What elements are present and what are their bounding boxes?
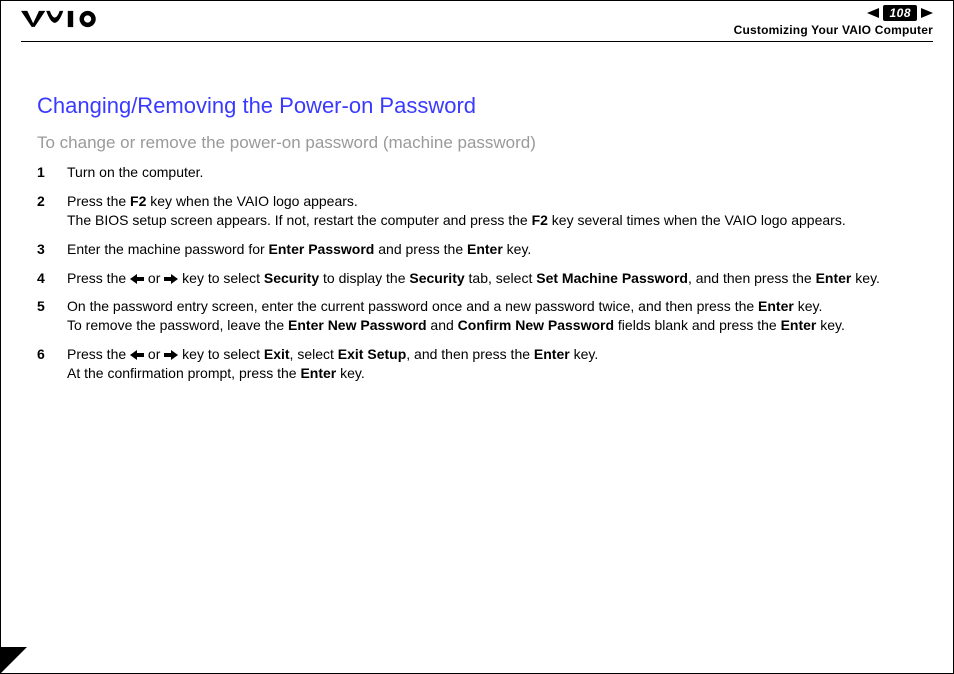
page-content: Changing/Removing the Power-on Password … — [37, 93, 925, 393]
bold-text: Exit — [264, 346, 290, 362]
bold-text: F2 — [532, 212, 548, 228]
step-item: 4 Press the or key to select Security to … — [37, 269, 925, 288]
bold-text: Exit Setup — [338, 346, 406, 362]
step-number: 4 — [37, 269, 49, 288]
bold-text: Enter — [300, 365, 336, 381]
bold-text: Security — [409, 270, 464, 286]
arrow-right-icon — [164, 270, 178, 286]
step-item: 3 Enter the machine password for Enter Pa… — [37, 240, 925, 259]
step-body: Press the F2 key when the VAIO logo appe… — [67, 192, 925, 230]
bold-text: Enter — [467, 241, 503, 257]
bold-text: Enter Password — [269, 241, 375, 257]
bold-text: Enter — [534, 346, 570, 362]
step-number: 5 — [37, 297, 49, 335]
step-list: 1 Turn on the computer. 2 Press the F2 key … — [37, 163, 925, 383]
vaio-logo — [21, 7, 111, 36]
bold-text: Enter — [816, 270, 852, 286]
arrow-left-icon — [130, 270, 144, 286]
arrow-right-icon — [164, 346, 178, 362]
page-corner-fold-icon — [1, 647, 27, 673]
bold-text: Set Machine Password — [536, 270, 688, 286]
step-body: Enter the machine password for Enter Pas… — [67, 240, 925, 259]
page-title: Changing/Removing the Power-on Password — [37, 93, 925, 119]
step-body: On the password entry screen, enter the … — [67, 297, 925, 335]
step-body: Turn on the computer. — [67, 163, 925, 182]
step-item: 5 On the password entry screen, enter the… — [37, 297, 925, 335]
bold-text: Confirm New Password — [458, 317, 614, 333]
bold-text: Enter — [781, 317, 817, 333]
arrow-left-icon — [130, 346, 144, 362]
step-number: 3 — [37, 240, 49, 259]
step-item: 2 Press the F2 key when the VAIO logo app… — [37, 192, 925, 230]
step-number: 2 — [37, 192, 49, 230]
step-number: 6 — [37, 345, 49, 383]
next-page-icon[interactable] — [921, 8, 933, 18]
header-divider — [21, 41, 933, 42]
page-number-badge: 108 — [883, 5, 917, 21]
bold-text: Enter — [758, 298, 794, 314]
bold-text: Enter New Password — [288, 317, 427, 333]
page-header: 108 Customizing Your VAIO Computer — [1, 1, 953, 49]
bold-text: Security — [264, 270, 319, 286]
bold-text: F2 — [130, 193, 146, 209]
step-body: Press the or key to select Security to d… — [67, 269, 925, 288]
step-item: 1 Turn on the computer. — [37, 163, 925, 182]
prev-page-icon[interactable] — [867, 8, 879, 18]
page-navigator: 108 — [867, 5, 933, 21]
step-item: 6 Press the or key to select Exit, select… — [37, 345, 925, 383]
step-number: 1 — [37, 163, 49, 182]
page-subtitle: To change or remove the power-on passwor… — [37, 133, 925, 153]
breadcrumb: Customizing Your VAIO Computer — [734, 23, 933, 37]
step-body: Press the or key to select Exit, select … — [67, 345, 925, 383]
